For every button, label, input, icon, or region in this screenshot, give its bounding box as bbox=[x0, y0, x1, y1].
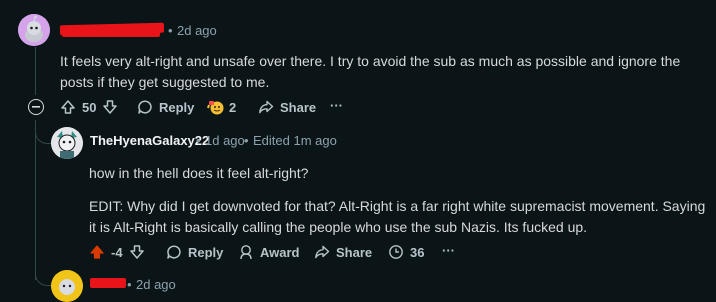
more-options-button[interactable]: ··· bbox=[330, 98, 343, 113]
award-emoji-icon bbox=[207, 101, 224, 115]
share-arrow-icon bbox=[315, 245, 330, 259]
author-name[interactable]: TheHyenaGalaxy22 bbox=[90, 133, 209, 148]
dot-separator: • bbox=[127, 277, 132, 292]
share-button[interactable]: Share bbox=[314, 244, 372, 260]
share-arrow-icon bbox=[259, 100, 274, 114]
dot-separator: • bbox=[196, 133, 201, 148]
view-count-value: 36 bbox=[410, 244, 425, 260]
minus-icon bbox=[32, 106, 40, 108]
reply-bubble-icon bbox=[167, 245, 181, 259]
reply-bubble-icon bbox=[138, 100, 152, 114]
upvote-icon[interactable] bbox=[89, 244, 105, 260]
view-count: 36 bbox=[388, 244, 424, 260]
award-button[interactable]: 2 bbox=[207, 98, 236, 116]
redacted-username bbox=[90, 278, 126, 288]
snoo-avatar-icon bbox=[51, 270, 83, 302]
vote-score: 50 bbox=[82, 99, 97, 115]
comment-3: • 2d ago bbox=[0, 270, 716, 302]
share-label: Share bbox=[280, 99, 317, 115]
more-options-button[interactable]: ··· bbox=[442, 243, 455, 258]
comment-age: 2d ago bbox=[136, 277, 176, 292]
award-label: Award bbox=[260, 244, 300, 260]
snoo-avatar-icon bbox=[18, 14, 50, 46]
comment-age: 1d ago bbox=[205, 133, 245, 148]
reply-button[interactable]: Reply bbox=[137, 99, 194, 115]
clock-icon bbox=[389, 245, 403, 259]
avatar[interactable] bbox=[51, 127, 83, 159]
downvote-icon[interactable] bbox=[102, 99, 118, 115]
share-button[interactable]: Share bbox=[258, 99, 316, 115]
award-button[interactable]: Award bbox=[238, 244, 300, 260]
vote-group: -4 bbox=[89, 244, 145, 260]
award-count: 2 bbox=[229, 99, 237, 115]
avatar[interactable] bbox=[18, 14, 50, 46]
comment-body: how in the hell does it feel alt-right? bbox=[89, 165, 309, 181]
avatar[interactable] bbox=[51, 270, 83, 302]
vote-score: -4 bbox=[111, 244, 123, 260]
upvote-icon[interactable] bbox=[60, 99, 76, 115]
redacted-username bbox=[62, 30, 160, 37]
dot-separator: • bbox=[168, 23, 173, 38]
vote-group: 50 bbox=[60, 99, 118, 115]
comment-age: 2d ago bbox=[177, 23, 217, 38]
comment-edit-text: EDIT: Why did I get downvoted for that? … bbox=[89, 198, 706, 235]
downvote-icon[interactable] bbox=[129, 244, 145, 260]
dot-separator: • bbox=[244, 133, 249, 148]
reply-button[interactable]: Reply bbox=[166, 244, 223, 260]
comment-body: It feels very alt-right and unsafe over … bbox=[60, 53, 681, 90]
comment-1: • 2d ago It feels very alt-right and uns… bbox=[0, 0, 716, 120]
reply-label: Reply bbox=[188, 244, 224, 260]
edited-timestamp: Edited 1m ago bbox=[253, 133, 337, 148]
comment-2: TheHyenaGalaxy22 • 1d ago • Edited 1m ag… bbox=[0, 120, 716, 270]
award-icon bbox=[240, 245, 252, 260]
collapse-thread-button[interactable] bbox=[28, 99, 44, 115]
reply-label: Reply bbox=[159, 99, 195, 115]
share-label: Share bbox=[336, 244, 373, 260]
snoo-avatar-icon bbox=[51, 127, 83, 159]
